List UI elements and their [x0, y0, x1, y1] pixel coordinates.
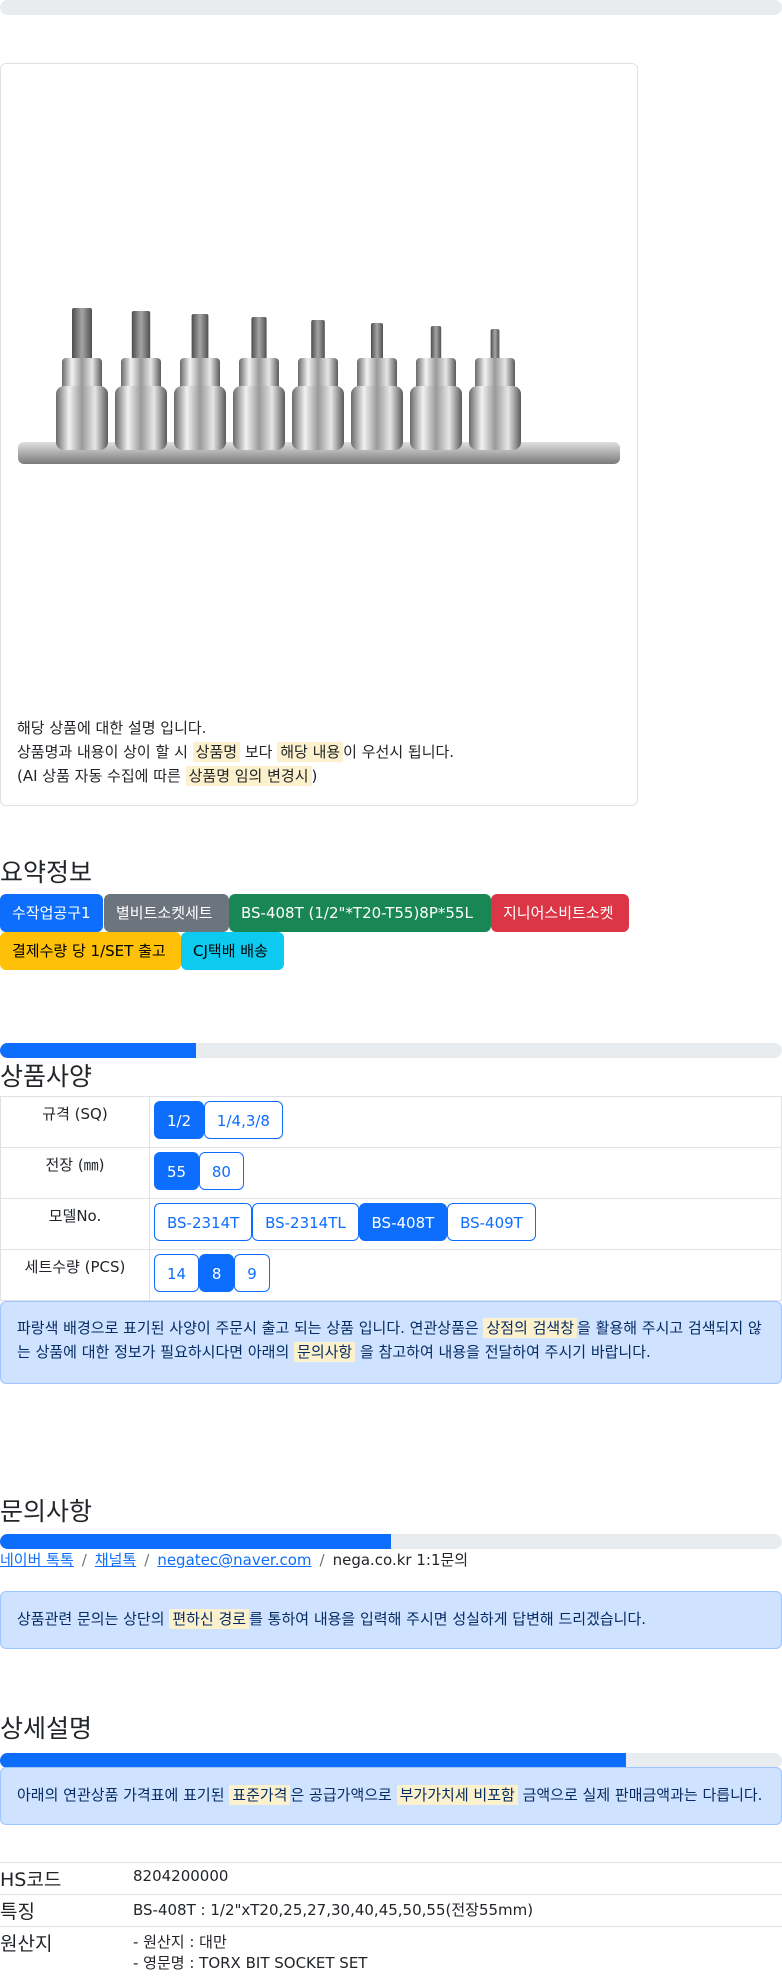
one-to-one-inquiry: nega.co.kr 1:1문의 — [332, 1551, 469, 1569]
socket-bit — [233, 317, 285, 450]
detail-progress-fill — [0, 1753, 626, 1768]
highlight-channel: 편하신 경로 — [169, 1609, 250, 1629]
info-key: 원산지 — [0, 1926, 133, 1977]
option-button[interactable]: BS-408T — [358, 1203, 448, 1241]
badge-shipping: CJ택배 배송 — [181, 932, 284, 970]
badge-category: 수작업공구1 — [0, 894, 103, 932]
spec-progress-bar — [0, 1043, 782, 1058]
spec-table: 규격 (SQ) 1/2 1/4,3/8 전장 (㎜) 55 80 모델No. B… — [0, 1096, 782, 1301]
info-value: BS-408T : 1/2"xT20,25,27,30,40,45,50,55(… — [133, 1894, 782, 1927]
notice-text: 은 공급가액으로 — [290, 1786, 397, 1804]
spec-progress-fill — [0, 1043, 196, 1058]
option-button[interactable]: BS-2314TL — [252, 1203, 359, 1241]
option-button[interactable]: 1/4,3/8 — [203, 1101, 283, 1139]
summary-title: 요약정보 — [0, 858, 93, 887]
description-text: 이 우선시 됩니다. — [343, 743, 455, 761]
highlight-inquiry: 문의사항 — [294, 1342, 356, 1362]
inquiry-title: 문의사항 — [0, 1497, 93, 1526]
naver-talk-link[interactable]: 네이버 톡톡 — [0, 1551, 74, 1569]
description-text: ) — [311, 767, 318, 785]
socket-bit — [351, 323, 403, 450]
badge-quantity: 결제수량 당 1/SET 출고 — [0, 932, 181, 970]
socket-bit — [469, 329, 521, 450]
spec-options: 55 80 — [149, 1147, 782, 1199]
spec-options: 1/2 1/4,3/8 — [149, 1096, 782, 1148]
notice-text: 금액으로 실제 판매금액과는 다릅니다. — [517, 1786, 763, 1804]
spec-notice: 파랑색 배경으로 표기된 사양이 주문시 출고 되는 상품 입니다. 연관상품은… — [0, 1301, 782, 1384]
origin-country: - 원산지 : 대만 — [133, 1933, 227, 1951]
top-progress-bar — [0, 0, 782, 15]
description-line-3: (AI 상품 자동 수집에 따른 상품명 임의 변경시) — [17, 764, 617, 788]
description-line-2: 상품명과 내용이 상이 할 시 상품명 보다 해당 내용 이 우선시 됩니다. — [17, 740, 617, 764]
info-value: 8204200000 — [133, 1862, 782, 1895]
option-button[interactable]: 80 — [198, 1152, 244, 1190]
socket-bit — [56, 308, 108, 450]
separator: / — [144, 1551, 150, 1569]
spec-title: 상품사양 — [0, 1062, 93, 1091]
spec-options: BS-2314T BS-2314TL BS-408T BS-409T — [149, 1198, 782, 1250]
highlight-product-name: 상품명 — [192, 742, 241, 762]
channel-talk-link[interactable]: 채널톡 — [95, 1551, 136, 1569]
notice-text: 상품관련 문의는 상단의 — [17, 1610, 170, 1628]
description-text: 상품명과 내용이 상이 할 시 — [17, 743, 193, 761]
notice-text: 를 통하여 내용을 입력해 주시면 성실하게 답변해 드리겠습니다. — [249, 1610, 647, 1628]
socket-bit — [115, 311, 167, 450]
inquiry-notice: 상품관련 문의는 상단의 편하신 경로 를 통하여 내용을 입력해 주시면 성실하… — [0, 1591, 782, 1649]
info-row-hs-code: HS코드 8204200000 — [0, 1862, 782, 1895]
description-line-1: 해당 상품에 대한 설명 입니다. — [17, 719, 207, 737]
notice-text: 아래의 연관상품 가격표에 표기된 — [17, 1786, 230, 1804]
info-row-origin: 원산지 - 원산지 : 대만 - 영문명 : TORX BIT SOCKET S… — [0, 1926, 782, 1977]
notice-text: 파랑색 배경으로 표기된 사양이 주문시 출고 되는 상품 입니다. 연관상품은 — [17, 1319, 484, 1337]
detail-notice: 아래의 연관상품 가격표에 표기된 표준가격 은 공급가액으로 부가가치세 비포함… — [0, 1767, 782, 1825]
option-button[interactable]: 9 — [234, 1254, 270, 1292]
option-button[interactable]: 1/2 — [154, 1101, 205, 1139]
info-key: 특징 — [0, 1894, 133, 1927]
description-text: 보다 — [240, 743, 278, 761]
highlight-content: 해당 내용 — [277, 742, 344, 762]
info-key: HS코드 — [0, 1862, 133, 1895]
detail-progress-bar — [0, 1753, 782, 1768]
product-description: 해당 상품에 대한 설명 입니다. 상품명과 내용이 상이 할 시 상품명 보다… — [17, 716, 617, 788]
socket-bit — [292, 320, 344, 450]
spec-label: 세트수량 (PCS) — [0, 1249, 150, 1301]
separator: / — [81, 1551, 87, 1569]
spec-row-length: 전장 (㎜) 55 80 — [0, 1147, 782, 1199]
badge-brand: 지니어스비트소켓 — [491, 894, 629, 932]
inquiry-progress-bar — [0, 1534, 782, 1549]
info-row-feature: 특징 BS-408T : 1/2"xT20,25,27,30,40,45,50,… — [0, 1894, 782, 1927]
option-button[interactable]: BS-409T — [447, 1203, 536, 1241]
notice-text: 을 참고하여 내용을 전달하여 주시기 바랍니다. — [355, 1343, 651, 1361]
socket-bit — [410, 326, 462, 450]
inquiry-progress-fill — [0, 1534, 391, 1549]
spec-row-size: 규격 (SQ) 1/2 1/4,3/8 — [0, 1096, 782, 1148]
origin-english-name: - 영문명 : TORX BIT SOCKET SET — [133, 1954, 368, 1972]
badge-product-type: 별비트소켓세트 — [104, 894, 229, 932]
product-image — [18, 308, 620, 464]
product-info-table: HS코드 8204200000 특징 BS-408T : 1/2"xT20,25… — [0, 1862, 782, 1977]
detail-title: 상세설명 — [0, 1714, 93, 1743]
highlight-standard-price: 표준가격 — [229, 1785, 291, 1805]
socket-bit — [174, 314, 226, 450]
badge-model: BS-408T (1/2"*T20-T55)8P*55L — [229, 894, 491, 932]
highlight-name-change: 상품명 임의 변경시 — [185, 766, 312, 786]
spec-row-set-quantity: 세트수량 (PCS) 14 8 9 — [0, 1249, 782, 1301]
option-button[interactable]: 8 — [198, 1254, 235, 1292]
spec-options: 14 8 9 — [149, 1249, 782, 1301]
spec-label: 전장 (㎜) — [0, 1147, 150, 1199]
spec-label: 규격 (SQ) — [0, 1096, 150, 1148]
option-button[interactable]: 14 — [154, 1254, 200, 1292]
highlight-vat-excluded: 부가가치세 비포함 — [396, 1785, 518, 1805]
separator: / — [319, 1551, 325, 1569]
highlight-store-search: 상점의 검색창 — [483, 1318, 578, 1338]
spec-row-model: 모델No. BS-2314T BS-2314TL BS-408T BS-409T — [0, 1198, 782, 1250]
spec-label: 모델No. — [0, 1198, 150, 1250]
inquiry-links: 네이버 톡톡 / 채널톡 / negatec@naver.com / nega.co.kr … — [0, 1549, 468, 1570]
info-value: - 원산지 : 대만 - 영문명 : TORX BIT SOCKET SET — [133, 1926, 782, 1977]
option-button[interactable]: 55 — [154, 1152, 200, 1190]
description-text: (AI 상품 자동 수집에 따른 — [17, 767, 186, 785]
email-link[interactable]: negatec@naver.com — [157, 1551, 311, 1569]
option-button[interactable]: BS-2314T — [154, 1203, 253, 1241]
